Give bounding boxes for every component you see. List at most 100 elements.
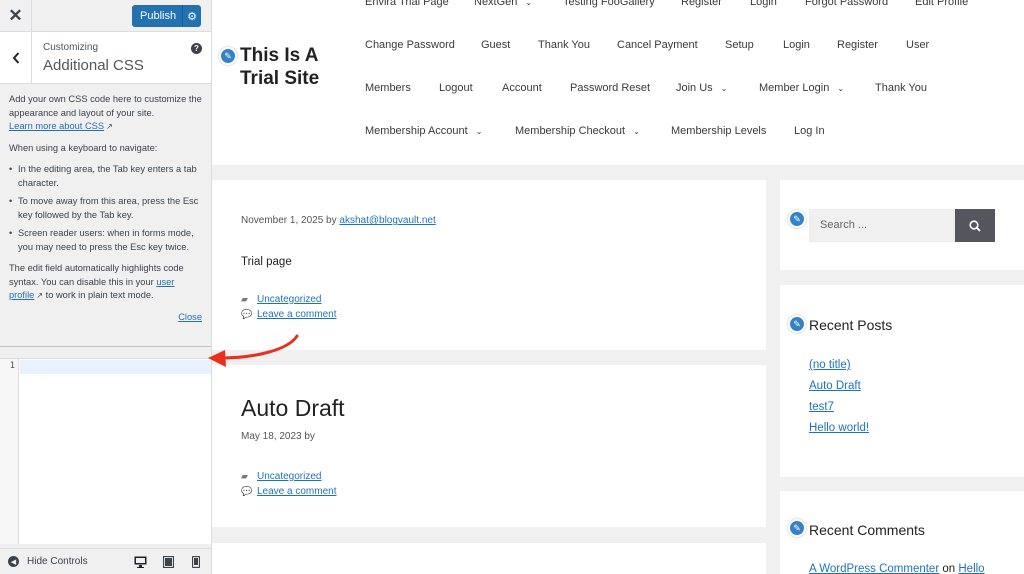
highlight-text: The edit field automatically highlights … [9, 262, 202, 303]
nav-item-membership-account[interactable]: Membership Account ⌄ [365, 125, 482, 137]
line-number: 1 [9, 361, 15, 371]
nav-item[interactable]: Logout [439, 82, 473, 94]
recent-post-link[interactable]: Auto Draft [809, 380, 869, 392]
chevron-down-icon: ⌄ [525, 0, 533, 7]
list-item: In the editing area, the Tab key enters … [9, 163, 202, 190]
css-code-editor[interactable]: 1 [0, 358, 211, 544]
close-link[interactable]: Close [178, 312, 202, 322]
post-title[interactable]: Auto Draft [241, 395, 345, 422]
publish-label: Publish [140, 10, 177, 22]
nav-item[interactable]: Membership Levels [671, 125, 766, 137]
external-link-icon: ↗ [36, 291, 44, 300]
annotation-arrow [208, 334, 299, 367]
leave-comment-link[interactable]: Leave a comment [257, 309, 337, 320]
search-input[interactable]: Search ... [809, 209, 955, 242]
post-meta: May 18, 2023 by [241, 431, 315, 442]
customizer-sidebar: ✕ Publish ⚙ Customizing Additional CSS ?… [0, 0, 212, 574]
close-customizer-button[interactable]: ✕ [0, 0, 32, 31]
edit-shortcut-icon[interactable]: ✎ [788, 315, 806, 333]
keyboard-heading: When using a keyboard to navigate: [9, 142, 158, 153]
recent-post-link[interactable]: Hello world! [809, 422, 869, 434]
chevron-left-icon [12, 51, 19, 64]
nav-item-membership-checkout[interactable]: Membership Checkout ⌄ [515, 125, 640, 137]
post-footer-links: ▰ Uncategorized 💬 Leave a comment [241, 469, 337, 499]
nav-item[interactable]: Login [750, 0, 777, 8]
nav-item[interactable]: Members [365, 82, 411, 94]
edit-shortcut-icon[interactable]: ✎ [788, 210, 806, 228]
leave-comment-link[interactable]: Leave a comment [257, 486, 337, 497]
divider [0, 346, 211, 347]
post-meta: November 1, 2025 by akshat@blogvault.net [241, 215, 436, 226]
hide-controls-button[interactable]: ◀ Hide Controls [0, 556, 126, 567]
category-link[interactable]: Uncategorized [257, 294, 321, 305]
nav-item-label: Membership Account [365, 125, 468, 137]
nav-item[interactable]: User [906, 39, 929, 51]
list-item: Screen reader users: when in forms mode,… [9, 227, 202, 254]
comment-on-text: on [942, 563, 956, 574]
nav-item[interactable]: Envira Trial Page [365, 0, 449, 8]
desktop-preview-button[interactable] [126, 556, 154, 568]
post-date: November 1, 2025 by [241, 215, 337, 226]
comment-icon: 💬 [241, 486, 253, 496]
nav-item-label: Membership Checkout [515, 125, 626, 137]
mobile-icon [192, 555, 200, 568]
edit-shortcut-icon[interactable]: ✎ [219, 47, 237, 65]
comment-author-link[interactable]: A WordPress Commenter [809, 563, 939, 574]
close-link-wrap: Close [9, 311, 202, 325]
nav-item[interactable]: Change Password [365, 39, 455, 51]
widget-title: Recent Comments [809, 522, 925, 538]
category-row: ▰ Uncategorized [241, 292, 337, 307]
recent-post-link[interactable]: test7 [809, 401, 869, 413]
customizer-topbar: ✕ Publish ⚙ [0, 0, 211, 32]
keyboard-tips-list: In the editing area, the Tab key enters … [9, 163, 202, 254]
site-title[interactable]: This Is A Trial Site [240, 44, 360, 90]
post-body: Trial page [241, 256, 292, 268]
nav-item[interactable]: Password Reset [570, 82, 650, 94]
post-footer-links: ▰ Uncategorized 💬 Leave a comment [241, 292, 337, 322]
post-card [212, 543, 766, 574]
nav-item-nextgen[interactable]: NextGen ⌄ [474, 0, 532, 8]
recent-comments-widget: ✎ Recent Comments A WordPress Commenter … [780, 491, 1024, 574]
nav-item[interactable]: Guest [481, 39, 510, 51]
author-link[interactable]: akshat@blogvault.net [339, 215, 435, 226]
learn-more-link[interactable]: Learn more about CSS [9, 121, 104, 131]
nav-item[interactable]: Cancel Payment [617, 39, 698, 51]
nav-item[interactable]: Edit Profile [915, 0, 968, 8]
nav-item[interactable]: Register [837, 39, 878, 51]
nav-item[interactable]: Login [783, 39, 810, 51]
nav-item[interactable]: Thank You [875, 82, 927, 94]
comment-row: 💬 Leave a comment [241, 484, 337, 499]
nav-item[interactable]: Account [502, 82, 542, 94]
publish-button[interactable]: Publish ⚙ [132, 5, 201, 27]
recent-post-link[interactable]: (no title) [809, 359, 869, 371]
nav-item-join-us[interactable]: Join Us ⌄ [676, 82, 727, 94]
edit-shortcut-icon[interactable]: ✎ [788, 519, 806, 537]
mobile-preview-button[interactable] [182, 555, 210, 568]
back-button[interactable] [0, 32, 32, 83]
intro-text: Add your own CSS code here to customize … [9, 93, 202, 134]
nav-item[interactable]: Log In [794, 125, 825, 137]
chevron-down-icon: ⌄ [475, 127, 483, 136]
nav-item[interactable]: Testing FooGallery [563, 0, 655, 8]
comment-post-link[interactable]: Hello [958, 563, 984, 574]
post-card: Auto Draft May 18, 2023 by ▰ Uncategorize… [212, 365, 766, 527]
nav-item[interactable]: Setup [725, 39, 754, 51]
folder-icon: ▰ [241, 471, 248, 481]
nav-item[interactable]: Register [681, 0, 722, 8]
help-icon[interactable]: ? [191, 43, 202, 54]
desktop-icon [134, 556, 146, 568]
category-link[interactable]: Uncategorized [257, 471, 321, 482]
nav-item[interactable]: Forgot Password [805, 0, 888, 8]
gear-icon[interactable]: ⚙ [182, 5, 201, 27]
nav-item[interactable]: Thank You [538, 39, 590, 51]
post-card: November 1, 2025 by akshat@blogvault.net… [212, 180, 766, 350]
chevron-down-icon: ⌄ [720, 84, 728, 93]
css-description: Add your own CSS code here to customize … [0, 84, 211, 345]
search-button[interactable] [955, 209, 995, 242]
nav-item-label: NextGen [474, 0, 518, 8]
active-line[interactable] [20, 360, 211, 374]
recent-posts-widget: ✎ Recent Posts (no title) Auto Draft tes… [780, 285, 1024, 477]
widget-title: Recent Posts [809, 317, 893, 333]
tablet-preview-button[interactable] [154, 555, 182, 568]
nav-item-member-login[interactable]: Member Login ⌄ [759, 82, 844, 94]
